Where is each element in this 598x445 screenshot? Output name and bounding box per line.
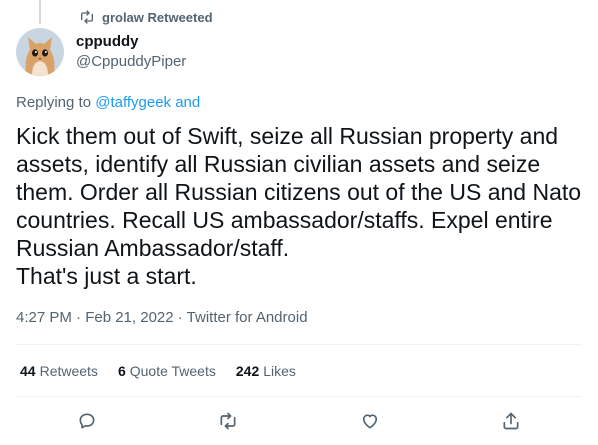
retweet-icon	[81, 10, 93, 24]
divider	[16, 344, 582, 345]
retweets-stat[interactable]: 44 Retweets	[20, 363, 98, 379]
tweet-text: Kick them out of Swift, seize all Russia…	[16, 123, 582, 289]
reply-icon	[79, 413, 95, 429]
avatar[interactable]	[16, 28, 64, 76]
author-name[interactable]: cppuddy	[76, 33, 139, 50]
quote-tweets-count: 6	[117, 363, 126, 379]
reply-others-link[interactable]: and	[171, 94, 200, 111]
reply-button[interactable]	[74, 408, 100, 434]
retweet-banner: grolaw Retweeted	[79, 9, 213, 25]
reply-context: Replying to @taffygeek and	[16, 94, 200, 111]
reply-prefix: Replying to	[16, 94, 96, 111]
quote-tweets-label: Quote Tweets	[129, 363, 216, 379]
reply-to-user-link[interactable]: @taffygeek	[95, 94, 171, 111]
quote-tweets-stat[interactable]: 6 Quote Tweets	[118, 363, 216, 379]
tweet-stats: 44 Retweets 6 Quote Tweets 242 Likes	[20, 363, 296, 379]
likes-count: 242	[235, 363, 260, 379]
likes-stat[interactable]: 242 Likes	[236, 363, 296, 379]
likes-label: Likes	[263, 363, 296, 379]
thread-connector-line	[39, 0, 41, 24]
like-icon	[362, 414, 378, 429]
like-button[interactable]	[357, 408, 383, 434]
retweets-label: Retweets	[39, 363, 98, 379]
tweet-timestamp[interactable]: 4:27 PM · Feb 21, 2022 · Twitter for And…	[16, 309, 308, 326]
share-button[interactable]	[498, 408, 524, 434]
divider	[16, 396, 582, 397]
retweet-button[interactable]	[215, 408, 241, 434]
retweet-banner-text[interactable]: grolaw Retweeted	[102, 10, 213, 25]
author-handle[interactable]: @CppuddyPiper	[76, 53, 186, 70]
share-icon	[503, 412, 519, 430]
retweet-icon	[220, 412, 236, 430]
tweet-actions	[0, 408, 598, 438]
retweets-count: 44	[20, 363, 36, 379]
